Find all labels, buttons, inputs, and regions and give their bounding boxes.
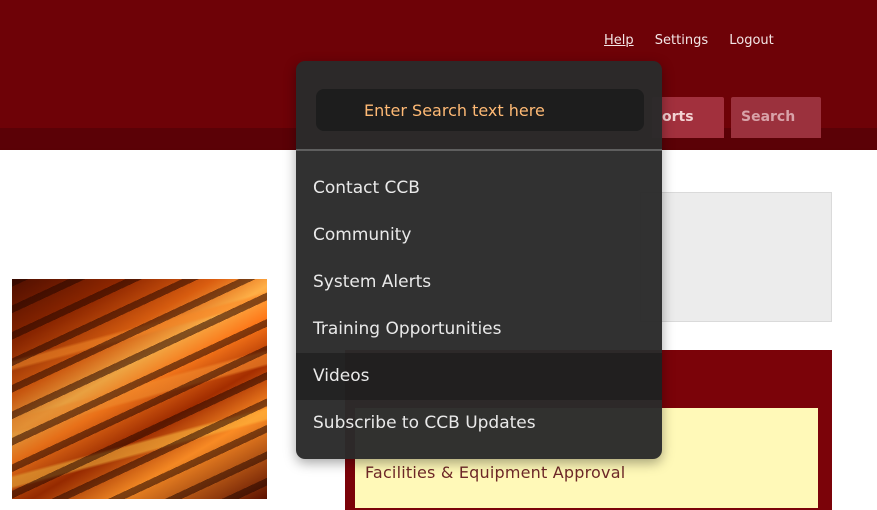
help-link[interactable]: Help: [604, 33, 634, 48]
logout-link[interactable]: Logout: [729, 33, 774, 48]
menu-item-videos[interactable]: Videos: [296, 353, 662, 400]
menu-item-subscribe-updates[interactable]: Subscribe to CCB Updates: [296, 400, 662, 447]
dropdown-search: [316, 89, 644, 131]
menu-item-system-alerts[interactable]: System Alerts: [296, 259, 662, 306]
help-menu: Contact CCB Community System Alerts Trai…: [296, 165, 662, 447]
info-panel: [640, 192, 832, 322]
tab-search[interactable]: Search: [731, 97, 821, 138]
top-links: Help Settings Logout: [604, 33, 791, 48]
menu-item-training-opportunities[interactable]: Training Opportunities: [296, 306, 662, 353]
menu-item-community[interactable]: Community: [296, 212, 662, 259]
facilities-approval-text[interactable]: Facilities & Equipment Approval: [365, 463, 625, 482]
settings-link[interactable]: Settings: [655, 33, 708, 48]
hero-image: [12, 279, 267, 499]
search-input[interactable]: [316, 89, 644, 131]
menu-item-contact-ccb[interactable]: Contact CCB: [296, 165, 662, 212]
help-dropdown: Contact CCB Community System Alerts Trai…: [296, 61, 662, 459]
tab-reports[interactable]: orts: [652, 97, 724, 138]
dropdown-divider: [296, 149, 662, 151]
